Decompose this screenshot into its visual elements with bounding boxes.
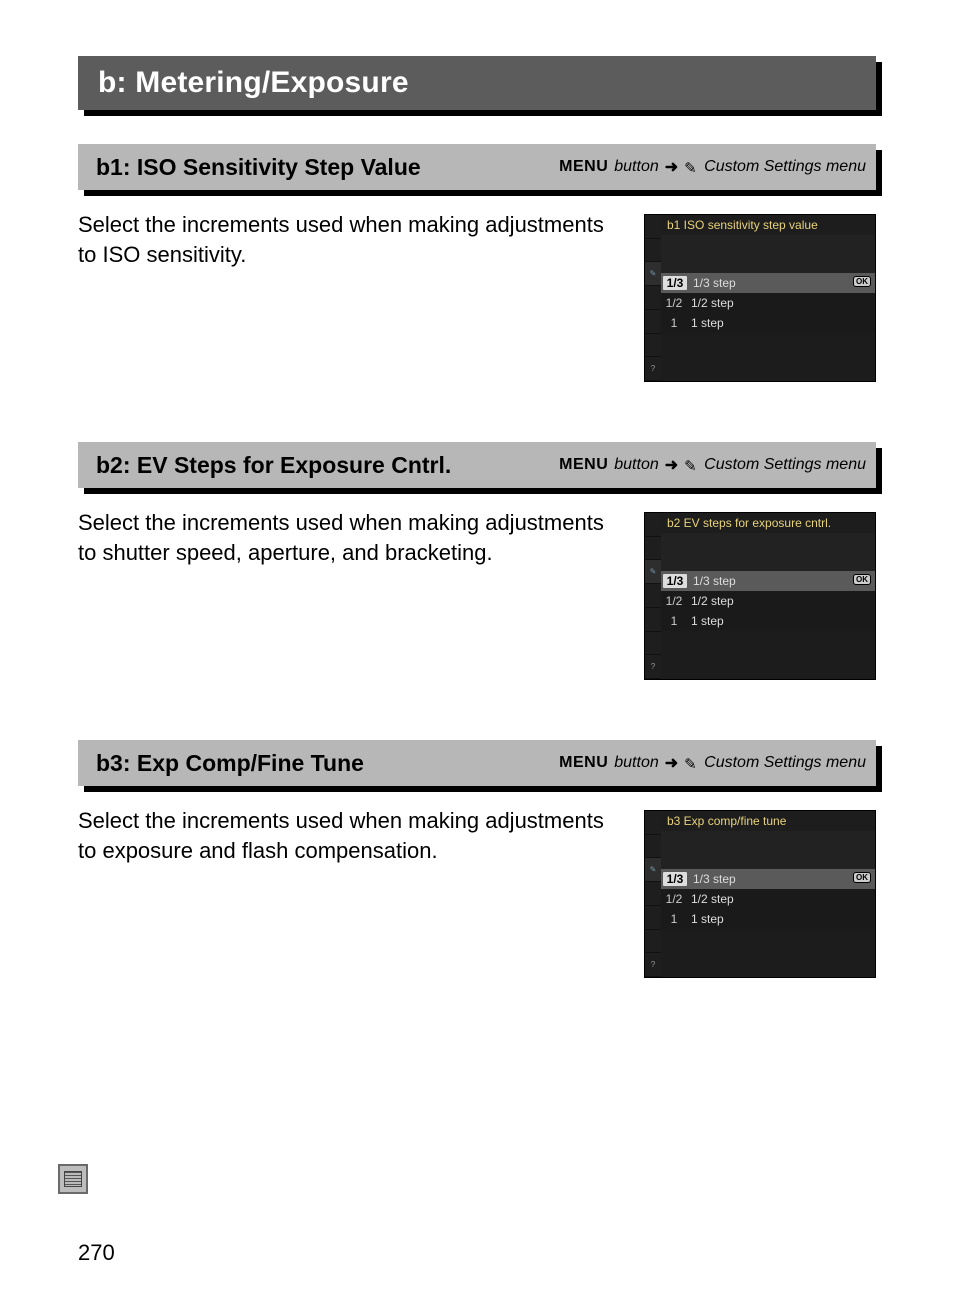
button-word: button — [614, 456, 658, 474]
breadcrumb: MENU button ➜ Custom Settings menu — [559, 753, 866, 773]
lcd-title: b1 ISO sensitivity step value — [661, 215, 875, 235]
section-title: b: Metering/Exposure — [98, 66, 409, 100]
description-b3: Select the increments used when making a… — [78, 804, 616, 865]
sub-title-b2: b2: EV Steps for Exposure Cntrl. — [96, 452, 451, 479]
sub-header-b2: b2: EV Steps for Exposure Cntrl. MENU bu… — [78, 442, 876, 488]
pencil-icon — [684, 756, 698, 770]
lcd-screenshot-b3: ✎? b3 Exp comp/fine tune 1/31/3 step 1/2… — [644, 810, 876, 978]
lcd-option: 11 step — [661, 611, 875, 631]
button-word: button — [614, 158, 658, 176]
lcd-option: 1/31/3 step — [661, 571, 875, 591]
lcd-option: 11 step — [661, 909, 875, 929]
sub-header-b1: b1: ISO Sensitivity Step Value MENU butt… — [78, 144, 876, 190]
lcd-option: 11 step — [661, 313, 875, 333]
footer-menu-icon — [58, 1164, 88, 1194]
breadcrumb-target: Custom Settings menu — [704, 456, 866, 474]
pencil-icon — [684, 160, 698, 174]
menu-button-label: MENU — [559, 754, 608, 772]
pencil-icon — [684, 458, 698, 472]
lcd-option: 1/31/3 step — [661, 273, 875, 293]
lcd-option: 1/21/2 step — [661, 889, 875, 909]
button-word: button — [614, 754, 658, 772]
arrow-icon: ➜ — [665, 157, 678, 177]
lcd-title: b3 Exp comp/fine tune — [661, 811, 875, 831]
section-header: b: Metering/Exposure — [78, 56, 876, 110]
arrow-icon: ➜ — [665, 753, 678, 773]
breadcrumb: MENU button ➜ Custom Settings menu — [559, 157, 866, 177]
breadcrumb-target: Custom Settings menu — [704, 158, 866, 176]
breadcrumb-target: Custom Settings menu — [704, 754, 866, 772]
page-number: 270 — [78, 1240, 115, 1266]
menu-button-label: MENU — [559, 456, 608, 474]
lcd-option: 1/21/2 step — [661, 591, 875, 611]
arrow-icon: ➜ — [665, 455, 678, 475]
menu-button-label: MENU — [559, 158, 608, 176]
sub-header-b3: b3: Exp Comp/Fine Tune MENU button ➜ Cus… — [78, 740, 876, 786]
lcd-screenshot-b1: ✎? b1 ISO sensitivity step value 1/31/3 … — [644, 214, 876, 382]
breadcrumb: MENU button ➜ Custom Settings menu — [559, 455, 866, 475]
lcd-option: 1/21/2 step — [661, 293, 875, 313]
lcd-screenshot-b2: ✎? b2 EV steps for exposure cntrl. 1/31/… — [644, 512, 876, 680]
sub-title-b1: b1: ISO Sensitivity Step Value — [96, 154, 421, 181]
description-b2: Select the increments used when making a… — [78, 506, 616, 567]
lcd-option: 1/31/3 step — [661, 869, 875, 889]
sub-title-b3: b3: Exp Comp/Fine Tune — [96, 750, 364, 777]
description-b1: Select the increments used when making a… — [78, 208, 616, 269]
lcd-title: b2 EV steps for exposure cntrl. — [661, 513, 875, 533]
